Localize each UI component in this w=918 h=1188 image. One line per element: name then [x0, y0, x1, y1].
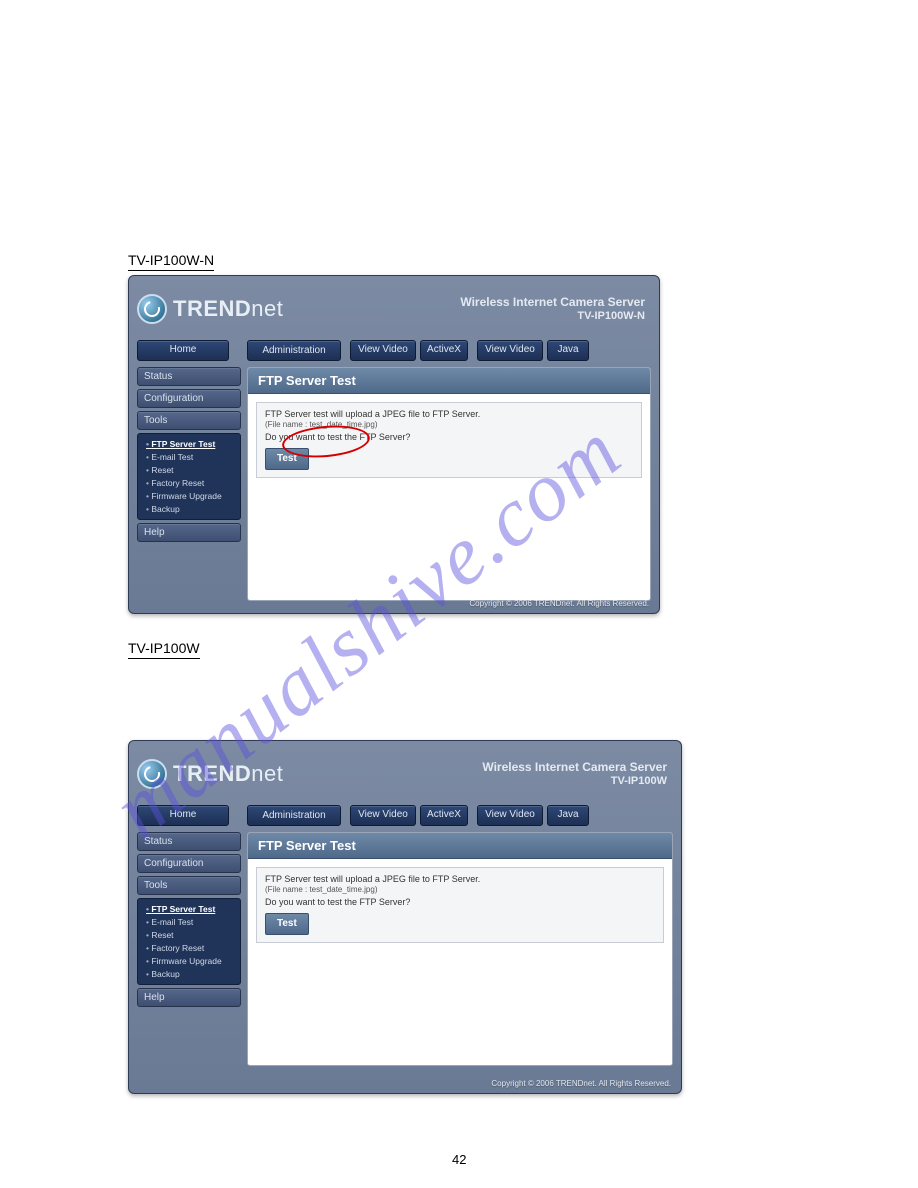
content-line2: (File name : test_date_time.jpg) — [265, 420, 633, 431]
content-line2: (File name : test_date_time.jpg) — [265, 885, 655, 896]
top-nav: Home Administration View Video ActiveX V… — [129, 801, 681, 826]
caption-bottom: TV-IP100W — [128, 640, 200, 659]
nav-view-video-2[interactable]: View Video — [477, 805, 543, 826]
content-line1: FTP Server test will upload a JPEG file … — [265, 873, 655, 885]
nav-activex[interactable]: ActiveX — [420, 805, 468, 826]
sidebar-tools[interactable]: Tools — [137, 411, 241, 430]
nav-view-video-2[interactable]: View Video — [477, 340, 543, 361]
content-line3: Do you want to test the FTP Server? — [265, 896, 655, 908]
sidebar-item-factory-reset[interactable]: Factory Reset — [142, 476, 236, 489]
panel-header: TRENDnet Wireless Internet Camera Server… — [129, 276, 659, 336]
sidebar-status[interactable]: Status — [137, 367, 241, 386]
header-title: Wireless Internet Camera Server TV-IP100… — [460, 295, 649, 324]
sidebar: Status Configuration Tools FTP Server Te… — [137, 367, 241, 601]
nav-activex[interactable]: ActiveX — [420, 340, 468, 361]
header-title: Wireless Internet Camera Server TV-IP100… — [482, 760, 671, 789]
logo-icon — [137, 759, 167, 789]
sidebar-tools-submenu: FTP Server Test E-mail Test Reset Factor… — [137, 898, 241, 985]
sidebar-tools[interactable]: Tools — [137, 876, 241, 895]
sidebar-item-backup[interactable]: Backup — [142, 967, 236, 980]
nav-java[interactable]: Java — [547, 805, 589, 826]
copyright: Copyright © 2006 TRENDnet. All Rights Re… — [491, 1079, 671, 1088]
nav-home[interactable]: Home — [137, 340, 229, 361]
sidebar-item-email-test[interactable]: E-mail Test — [142, 915, 236, 928]
admin-panel-top: TRENDnet Wireless Internet Camera Server… — [128, 275, 660, 614]
sidebar-item-ftp-test[interactable]: FTP Server Test — [142, 902, 236, 915]
admin-panel-bottom: TRENDnet Wireless Internet Camera Server… — [128, 740, 682, 1094]
brand-text: TRENDnet — [173, 296, 283, 322]
sidebar-item-ftp-test[interactable]: FTP Server Test — [142, 437, 236, 450]
sidebar-item-firmware[interactable]: Firmware Upgrade — [142, 954, 236, 967]
nav-admin[interactable]: Administration — [247, 805, 341, 826]
sidebar-item-reset[interactable]: Reset — [142, 928, 236, 941]
sidebar-item-email-test[interactable]: E-mail Test — [142, 450, 236, 463]
test-button[interactable]: Test — [265, 913, 309, 935]
sidebar-item-reset[interactable]: Reset — [142, 463, 236, 476]
brand-text: TRENDnet — [173, 761, 283, 787]
nav-admin[interactable]: Administration — [247, 340, 341, 361]
page-number: 42 — [452, 1152, 466, 1167]
sidebar-help[interactable]: Help — [137, 523, 241, 542]
sidebar-help[interactable]: Help — [137, 988, 241, 1007]
sidebar-item-backup[interactable]: Backup — [142, 502, 236, 515]
content-box: FTP Server test will upload a JPEG file … — [256, 402, 642, 478]
sidebar-config[interactable]: Configuration — [137, 854, 241, 873]
nav-java[interactable]: Java — [547, 340, 589, 361]
content-title: FTP Server Test — [248, 368, 650, 394]
panel-header: TRENDnet Wireless Internet Camera Server… — [129, 741, 681, 801]
content-pane: FTP Server Test FTP Server test will upl… — [247, 367, 651, 601]
top-nav: Home Administration View Video ActiveX V… — [129, 336, 659, 361]
content-box: FTP Server test will upload a JPEG file … — [256, 867, 664, 943]
sidebar-status[interactable]: Status — [137, 832, 241, 851]
caption-top: TV-IP100W-N — [128, 252, 214, 271]
test-button[interactable]: Test — [265, 448, 309, 470]
content-line3: Do you want to test the FTP Server? — [265, 431, 633, 443]
sidebar-config[interactable]: Configuration — [137, 389, 241, 408]
nav-view-video-1[interactable]: View Video — [350, 805, 416, 826]
sidebar: Status Configuration Tools FTP Server Te… — [137, 832, 241, 1066]
sidebar-item-firmware[interactable]: Firmware Upgrade — [142, 489, 236, 502]
content-pane: FTP Server Test FTP Server test will upl… — [247, 832, 673, 1066]
content-title: FTP Server Test — [248, 833, 672, 859]
nav-view-video-1[interactable]: View Video — [350, 340, 416, 361]
copyright: Copyright © 2006 TRENDnet. All Rights Re… — [469, 599, 649, 608]
nav-home[interactable]: Home — [137, 805, 229, 826]
logo-icon — [137, 294, 167, 324]
sidebar-tools-submenu: FTP Server Test E-mail Test Reset Factor… — [137, 433, 241, 520]
sidebar-item-factory-reset[interactable]: Factory Reset — [142, 941, 236, 954]
content-line1: FTP Server test will upload a JPEG file … — [265, 408, 633, 420]
